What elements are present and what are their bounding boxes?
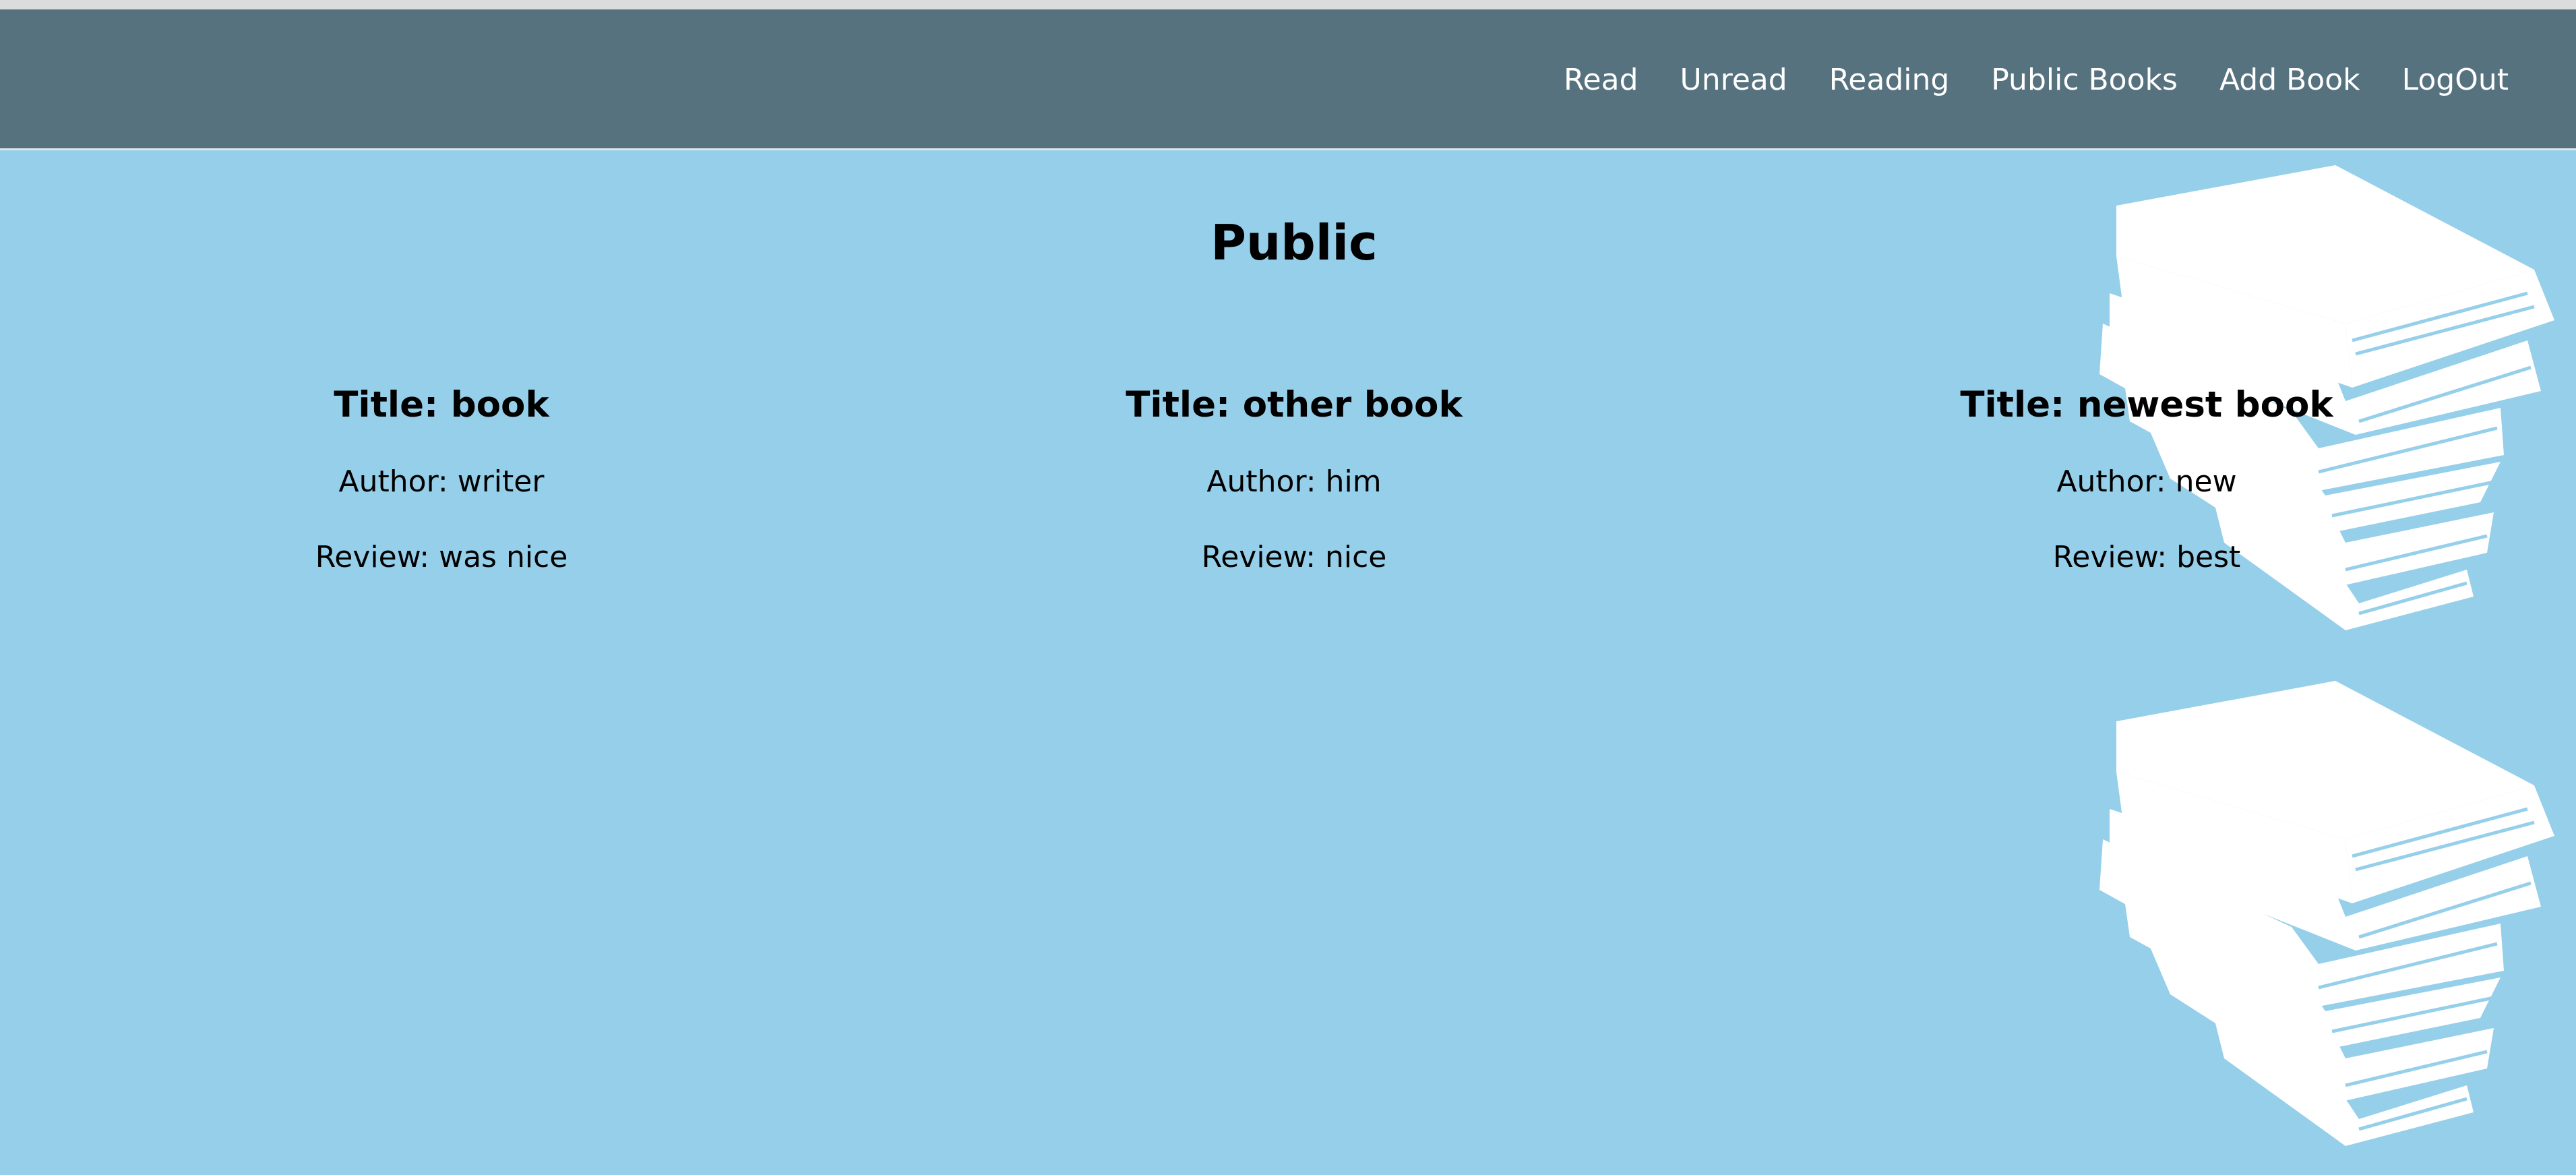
book-title: Title: newest book <box>1960 384 2333 425</box>
nav-link-logout[interactable]: LogOut <box>2402 63 2509 97</box>
book-author: Author: writer <box>338 464 545 499</box>
book-review: Review: nice <box>1201 540 1387 574</box>
page-title: Public <box>1210 214 1378 271</box>
book-card: Title: newest book Author: new Review: b… <box>1843 381 2450 578</box>
navbar: Read Unread Reading Public Books Add Boo… <box>0 9 2576 150</box>
book-title: Title: other book <box>1126 384 1463 425</box>
stack-of-books-icon <box>2099 681 2554 1146</box>
book-title: Title: book <box>334 384 549 425</box>
nav-link-unread[interactable]: Unread <box>1680 63 1787 97</box>
nav-link-public-books[interactable]: Public Books <box>1991 63 2178 97</box>
nav-links: Read Unread Reading Public Books Add Boo… <box>1522 9 2509 150</box>
nav-link-read[interactable]: Read <box>1564 63 1638 97</box>
browser-top-strip <box>0 0 2576 9</box>
book-card: Title: other book Author: him Review: ni… <box>991 381 1597 578</box>
book-card: Title: book Author: writer Review: was n… <box>138 381 745 578</box>
book-review: Review: was nice <box>315 540 568 574</box>
book-author: Author: new <box>2056 464 2237 499</box>
book-review: Review: best <box>2052 540 2241 574</box>
nav-link-reading[interactable]: Reading <box>1829 63 1950 97</box>
nav-link-add-book[interactable]: Add Book <box>2219 63 2360 97</box>
book-author: Author: him <box>1206 464 1382 499</box>
